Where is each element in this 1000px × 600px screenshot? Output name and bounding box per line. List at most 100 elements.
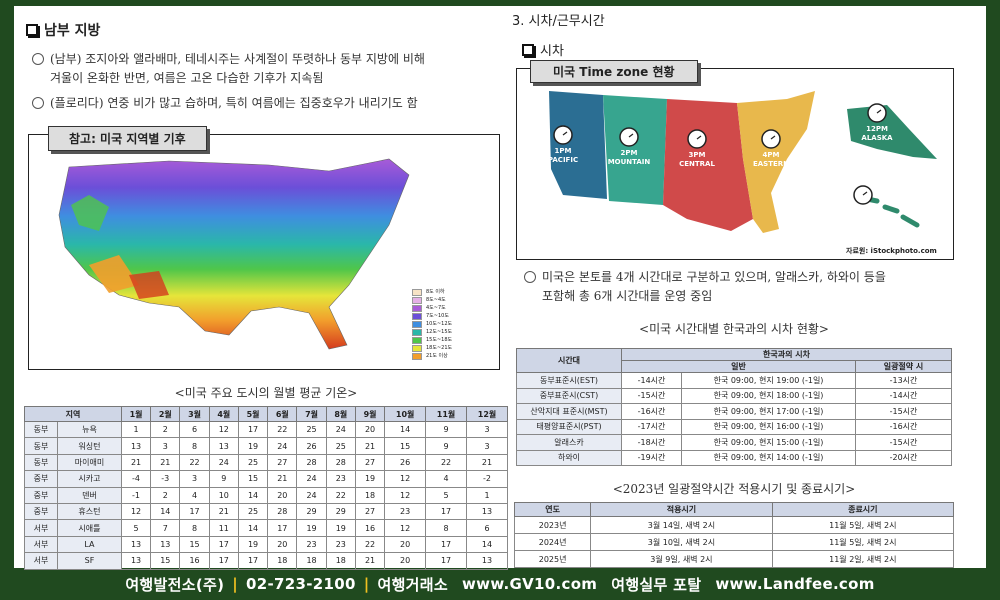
table-cell: 16 [354,519,386,537]
legend-item: 15도~18도 [412,336,452,344]
table-cell: 22 [325,486,356,504]
table-cell: 19 [237,437,269,455]
table-cell: 28 [325,453,356,472]
table-cell: 28 [267,502,298,521]
zone-time: 3PM [689,151,706,159]
dst-header-cell: 연도 [513,502,592,517]
legend-label: 21도 이상 [426,353,448,359]
temp-header-cell: 1월 [120,406,152,422]
temp-header-cell: 4월 [208,406,239,422]
table-cell: -3 [150,470,181,488]
table-cell: 워싱턴 [57,437,122,455]
dst-header-cell: 종료시기 [771,502,955,517]
table-cell: 27 [354,453,386,472]
temp-header-cell: 8월 [325,406,356,422]
table-cell: 11월 2일, 새벽 2시 [771,550,955,568]
legend-swatch [412,344,422,352]
legend-item: 7도~10도 [412,312,452,320]
table-row: 동부 마이애미 21 21 22 24 25 27 28 28 27 26 22 21 [23,453,508,472]
table-cell: SF [57,552,122,570]
checkbox-square-icon [26,24,38,36]
table-cell: 1 [466,486,508,504]
table-cell: 21 [120,453,152,472]
temp-header-cell: 6월 [267,406,298,422]
table-cell: 26 [296,437,327,455]
timezone-map-image: 1PM PACIFIC 2PM MOUNTAIN 3PM CENTRAL 4PM EASTER… [516,68,954,260]
tz-map-tag: 미국 Time zone 현황 [530,60,698,83]
zone-alaska [847,105,937,159]
table-cell: -17시간 [621,418,682,435]
zone-name: HAWAII [849,216,878,224]
table-cell: -16시간 [621,403,682,420]
zone-name: CENTRAL [679,160,715,168]
table-row: 알래스카 -18시간 한국 09:00, 현지 15:00 (-1일) -15시간 [516,434,952,451]
temp-header-cell: 12월 [466,406,508,422]
table-cell: 21 [150,453,181,472]
table-cell: 2025년 [513,550,592,568]
legend-item: 8도~4도 [412,296,452,304]
table-cell: 24 [325,420,356,439]
legend-item: 4도~7도 [412,304,452,312]
table-cell: 하와이 [516,449,622,466]
table-cell: 13 [120,437,152,455]
footer-company: 여행발전소(주) [125,575,225,594]
footer-site2[interactable]: www.Landfee.com [715,575,874,593]
table-cell: 21 [208,502,239,521]
table-cell: -1 [120,486,152,504]
table-cell: 3월 9일, 새벽 2시 [590,550,773,568]
table-cell: 23 [325,535,356,554]
table-cell: 7 [150,519,181,537]
legend-swatch [412,320,422,328]
table-cell: 4 [179,486,210,504]
table-cell: 12 [120,502,152,521]
legend-label: 15도~18도 [426,337,453,343]
table-cell: 휴스턴 [57,502,122,521]
table-cell: 18 [354,486,386,504]
footer-portal: 여행실무 포탈 [611,575,702,594]
legend-swatch [412,336,422,344]
table-cell: 24 [296,486,327,504]
image-source: 자료원: iStockphoto.com [846,247,937,255]
table-cell: 23 [296,535,327,554]
table-cell: 3 [466,437,508,455]
footer-site1[interactable]: www.GV10.com [462,575,597,593]
climate-map-tag: 참고: 미국 지역별 기후 [48,126,207,151]
table-row: 2024년 3월 10일, 새벽 2시 11월 5일, 새벽 2시 [513,533,955,551]
table-cell: 18 [296,552,327,570]
table-cell: 21 [354,552,386,570]
table-cell: 19 [296,519,327,537]
temp-table-caption: <미국 주요 도시의 월별 평균 기온> [174,386,358,400]
table-cell: 24 [296,470,327,488]
table-cell: 25 [237,453,269,472]
table-cell: 시카고 [57,470,122,488]
temp-header-cell: 9월 [354,406,386,422]
table-cell: 동부 [23,453,59,472]
table-cell: 마이애미 [57,453,122,472]
legend-item: 21도 이상 [412,352,452,360]
table-cell: 20 [384,535,427,554]
temp-header-cell: 10월 [384,406,427,422]
th-normal: 일반 [621,360,856,373]
table-cell: 2 [150,420,181,439]
legend-swatch [412,304,422,312]
table-cell: 3 [466,420,508,439]
table-cell: -2 [466,470,508,488]
table-cell: 동부 [23,420,59,439]
dst-table-caption: <2023년 일광절약시간 적용시기 및 종료시기> [612,482,856,496]
legend-swatch [412,312,422,320]
legend-item: 10도~12도 [412,320,452,328]
table-cell: LA [57,535,122,554]
bullet-florida: (플로리다) 연중 비가 많고 습하며, 특히 여름에는 집중호우가 내리기도 … [32,94,418,113]
table-cell: 23 [384,502,427,521]
table-row: 2025년 3월 9일, 새벽 2시 11월 2일, 새벽 2시 [513,550,955,568]
table-cell: 9 [425,437,468,455]
table-cell: 13 [466,552,508,570]
table-cell: 19 [237,535,269,554]
zone-time: 12PM [866,125,888,133]
table-cell: 17 [208,535,239,554]
table-cell: 서부 [23,519,59,537]
table-cell: 14 [150,502,181,521]
table-cell: 중부 [23,470,59,488]
table-row: 서부 LA 13 13 15 17 19 20 23 23 22 20 17 14 [23,535,508,554]
tz-diff-table: 시간대 한국과의 시차 일반 일광절약 시 동부표준시(EST) -14시간 한국 … [516,348,952,466]
